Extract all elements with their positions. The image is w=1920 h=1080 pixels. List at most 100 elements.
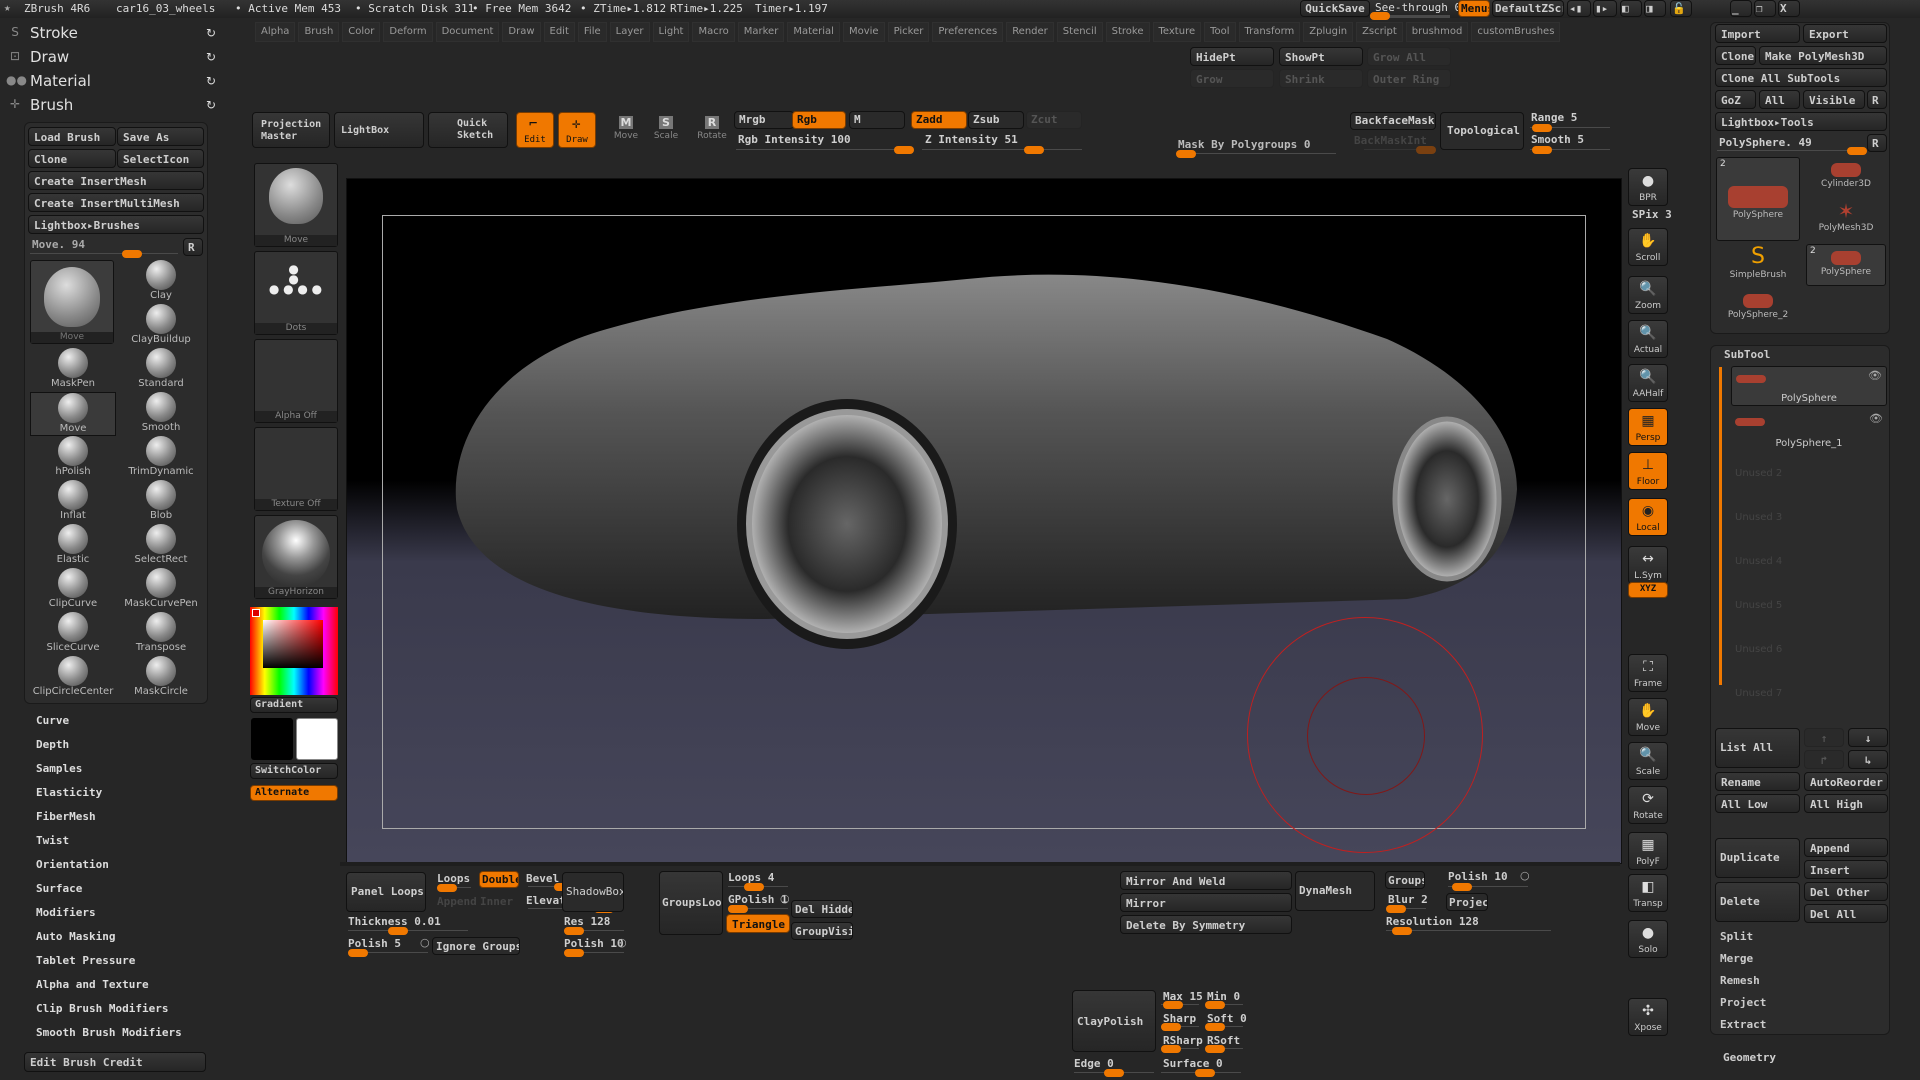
panel-loops-button[interactable]: Panel Loops bbox=[346, 872, 426, 912]
view-persp-button[interactable]: ▦ Persp bbox=[1628, 408, 1668, 446]
menu-file[interactable]: File bbox=[577, 22, 607, 42]
rename-button[interactable]: Rename bbox=[1715, 772, 1800, 791]
double-button[interactable]: Double bbox=[479, 871, 519, 888]
mask-by-polygroups-slider[interactable] bbox=[1176, 150, 1336, 158]
section-smooth-brush-modifiers[interactable]: Smooth Brush Modifiers bbox=[36, 1026, 182, 1039]
brush-item[interactable]: ClipCircleCenter bbox=[30, 656, 116, 700]
menu-light[interactable]: Light bbox=[652, 22, 690, 42]
subtool-section-split[interactable]: Split bbox=[1720, 930, 1753, 943]
brush-item[interactable]: TrimDynamic bbox=[118, 436, 204, 480]
shadowbox-button[interactable]: ShadowBox bbox=[562, 872, 624, 912]
menu-transform[interactable]: Transform bbox=[1238, 22, 1301, 42]
brush-item[interactable]: Transpose bbox=[118, 612, 204, 656]
dynamesh-polish-slider[interactable] bbox=[1448, 883, 1528, 891]
del-other-button[interactable]: Del Other bbox=[1804, 882, 1888, 901]
view-polyf-button[interactable]: ▦ PolyF bbox=[1628, 832, 1668, 870]
menu-texture[interactable]: Texture bbox=[1152, 22, 1202, 42]
stroke-thumbnail[interactable]: ● ● ● ● ● ● Dots bbox=[254, 251, 338, 335]
menu-custombrushes[interactable]: customBrushes bbox=[1471, 22, 1561, 42]
select-icon-button[interactable]: SelectIcon bbox=[117, 149, 204, 168]
section-auto-masking[interactable]: Auto Masking bbox=[36, 930, 115, 943]
view-aahalf-button[interactable]: 🔍 AAHalf bbox=[1628, 364, 1668, 402]
menu-macro[interactable]: Macro bbox=[692, 22, 735, 42]
brush-slider[interactable] bbox=[30, 250, 178, 258]
view-solo-button[interactable]: ● Solo bbox=[1628, 920, 1668, 958]
menu-stencil[interactable]: Stencil bbox=[1056, 22, 1103, 42]
create-insert-multimesh-button[interactable]: Create InsertMultiMesh bbox=[28, 193, 204, 212]
ignore-groups-button[interactable]: Ignore Groups bbox=[432, 937, 520, 955]
edit-button[interactable]: ⌐ Edit bbox=[516, 112, 554, 148]
menu-render[interactable]: Render bbox=[1006, 22, 1054, 42]
min-slider[interactable] bbox=[1205, 1001, 1243, 1009]
groups-loops-button[interactable]: GroupsLoops bbox=[659, 871, 723, 935]
make-polymesh-button[interactable]: Make PolyMesh3D bbox=[1759, 46, 1887, 65]
clone-all-subtools-button[interactable]: Clone All SubTools bbox=[1715, 68, 1887, 87]
gpolish-slider[interactable] bbox=[728, 905, 788, 913]
popout-icon[interactable]: ↻ bbox=[206, 74, 216, 88]
layout-next-icon[interactable]: ◨ bbox=[1644, 0, 1666, 17]
subtool-section-remesh[interactable]: Remesh bbox=[1720, 974, 1760, 987]
color-picker[interactable] bbox=[250, 607, 338, 695]
subtool-section-extract[interactable]: Extract bbox=[1720, 1018, 1766, 1031]
menu-tool[interactable]: Tool bbox=[1204, 22, 1236, 42]
mirror-button[interactable]: Mirror bbox=[1120, 893, 1292, 912]
subtool-section-project[interactable]: Project bbox=[1720, 996, 1766, 1009]
loops-4-slider[interactable] bbox=[728, 883, 788, 891]
shrink-ui-icon[interactable]: ◂▮ bbox=[1567, 0, 1591, 17]
view-transp-button[interactable]: ◧ Transp bbox=[1628, 874, 1668, 912]
move-mode-button[interactable]: M Move bbox=[608, 114, 644, 148]
canvas-viewport[interactable] bbox=[346, 178, 1622, 864]
menu-material[interactable]: Material bbox=[787, 22, 840, 42]
group-visible-button[interactable]: GroupVisible bbox=[791, 922, 853, 940]
brush-item[interactable]: ClayBuildup bbox=[118, 304, 204, 348]
reorder-down-icon[interactable]: ↳ bbox=[1848, 750, 1888, 769]
draw-button[interactable]: ✛ Draw bbox=[558, 112, 596, 148]
popout-icon[interactable]: ↻ bbox=[206, 98, 216, 112]
subtool-section-merge[interactable]: Merge bbox=[1720, 952, 1753, 965]
surface-slider[interactable] bbox=[1161, 1069, 1241, 1077]
palette-stroke[interactable]: S Stroke ↻ bbox=[6, 24, 216, 42]
brush-item[interactable]: Inflat bbox=[30, 480, 116, 524]
clone-brush-button[interactable]: Clone bbox=[28, 149, 116, 168]
visible-button[interactable]: Visible bbox=[1803, 90, 1865, 109]
export-button[interactable]: Export bbox=[1803, 24, 1887, 43]
menu-document[interactable]: Document bbox=[435, 22, 500, 42]
claypolish-button[interactable]: ClayPolish bbox=[1072, 990, 1156, 1052]
brush-item[interactable]: MaskPen bbox=[30, 348, 116, 392]
menu-deform[interactable]: Deform bbox=[383, 22, 433, 42]
lightbox-brushes-button[interactable]: Lightbox▸Brushes bbox=[28, 215, 204, 234]
color-square[interactable] bbox=[263, 620, 323, 668]
view-frame-button[interactable]: ⛶ Frame bbox=[1628, 654, 1668, 692]
del-all-button[interactable]: Del All bbox=[1804, 904, 1888, 923]
main-brush-thumbnail[interactable]: Move bbox=[30, 260, 114, 344]
load-brush-button[interactable]: Load Brush bbox=[28, 127, 116, 146]
move-up-icon[interactable]: ↑ bbox=[1804, 728, 1844, 747]
brush-item[interactable]: Move bbox=[30, 392, 116, 436]
view-lsym-button[interactable]: ↔ L.Sym bbox=[1628, 546, 1668, 584]
material-thumbnail[interactable]: GrayHorizon bbox=[254, 515, 338, 599]
palette-material[interactable]: ●● Material ↻ bbox=[6, 72, 216, 90]
restore-icon[interactable]: ❐ bbox=[1754, 0, 1776, 17]
all-low-button[interactable]: All Low bbox=[1715, 794, 1800, 813]
grow-all-button[interactable]: Grow All bbox=[1367, 47, 1451, 66]
brush-item[interactable]: Clay bbox=[118, 260, 204, 304]
geometry-section[interactable]: Geometry bbox=[1723, 1051, 1776, 1064]
primary-color-swatch[interactable] bbox=[251, 718, 293, 760]
brush-item[interactable]: hPolish bbox=[30, 436, 116, 480]
menu-layer[interactable]: Layer bbox=[609, 22, 650, 42]
lightbox-button[interactable]: LightBox bbox=[334, 112, 424, 148]
auto-reorder-button[interactable]: AutoReorder bbox=[1804, 772, 1888, 791]
goz-button[interactable]: GoZ bbox=[1715, 90, 1756, 109]
range-slider[interactable] bbox=[1530, 124, 1610, 132]
resolution-slider[interactable] bbox=[1386, 927, 1551, 935]
tool-item[interactable]: PolySphere_2 bbox=[1716, 288, 1800, 332]
edge-slider[interactable] bbox=[1074, 1069, 1154, 1077]
menu-alpha[interactable]: Alpha bbox=[255, 22, 296, 42]
rsoft-slider[interactable] bbox=[1205, 1045, 1243, 1053]
alpha-thumbnail[interactable]: Alpha Off bbox=[254, 339, 338, 423]
view-scroll-button[interactable]: ✋ Scroll bbox=[1628, 228, 1668, 266]
layout-prev-icon[interactable]: ◧ bbox=[1620, 0, 1642, 17]
grow-button[interactable]: Grow bbox=[1190, 69, 1274, 88]
visibility-eye-icon[interactable]: 👁 bbox=[1868, 369, 1882, 382]
blur-slider[interactable] bbox=[1386, 905, 1426, 913]
